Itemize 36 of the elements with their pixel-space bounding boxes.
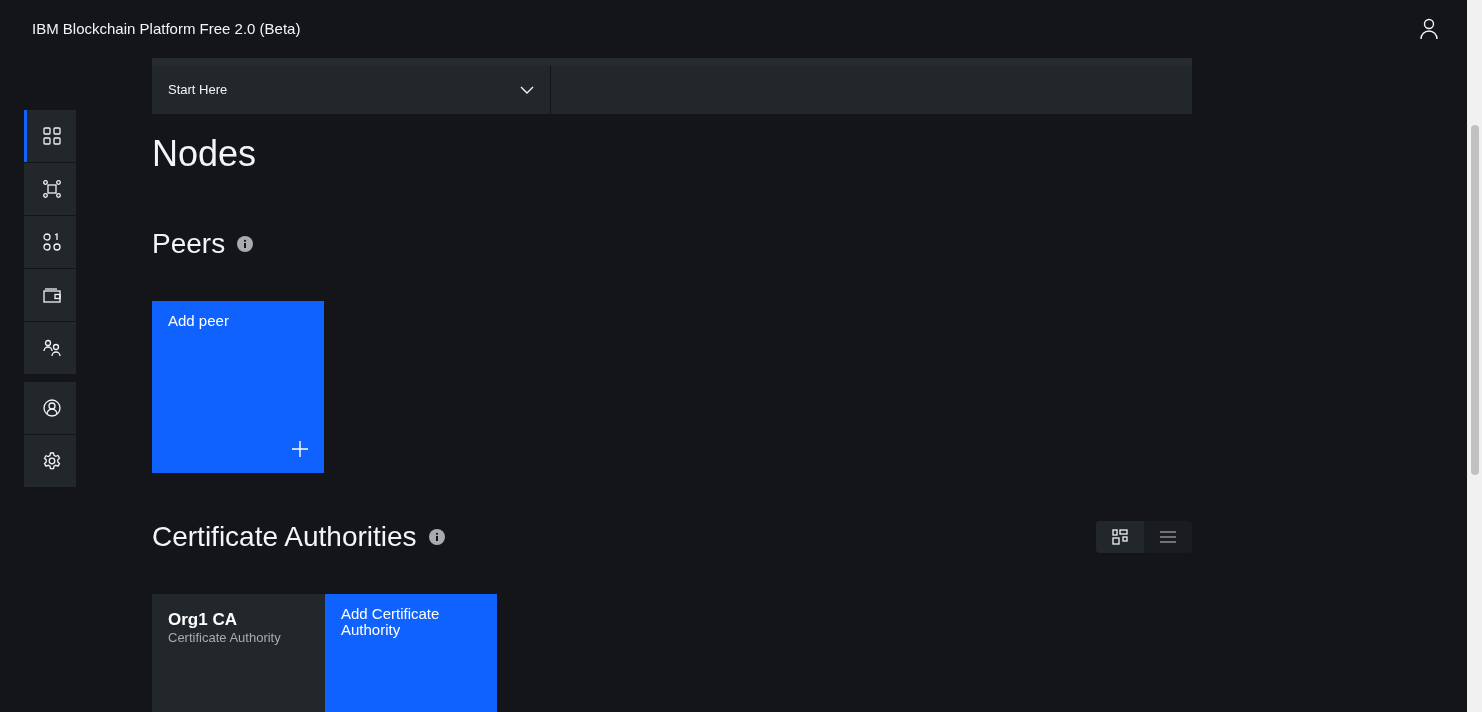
network-icon — [41, 179, 62, 199]
chevron-down-icon — [520, 86, 534, 94]
grid-icon — [41, 126, 62, 146]
tiles-icon — [1112, 529, 1128, 545]
scrollbar[interactable] — [1467, 0, 1482, 712]
page-title: Nodes — [152, 132, 258, 176]
plus-icon — [292, 441, 308, 457]
add-tile[interactable]: Add peer — [152, 301, 324, 473]
sidebar-item[interactable] — [24, 163, 76, 215]
tile-name: Org1 CA — [168, 610, 238, 630]
add-tile[interactable]: Add Certificate Authority — [325, 594, 497, 712]
user-circle-icon — [41, 398, 62, 418]
sidebar-item[interactable] — [24, 435, 76, 487]
tile-type: Certificate Authority — [168, 630, 282, 646]
user-icon[interactable] — [1420, 18, 1438, 40]
sidebar-item[interactable] — [24, 382, 76, 434]
list-icon — [1160, 530, 1176, 544]
node-tile[interactable]: Org1 CA Certificate Authority — [152, 594, 325, 712]
dropdown[interactable]: Start Here — [152, 66, 551, 114]
sidebar-item[interactable] — [24, 216, 76, 268]
users-icon — [41, 338, 62, 358]
section-title: Certificate Authorities — [152, 520, 417, 554]
tile-view-button[interactable] — [1096, 521, 1144, 553]
section-title: Peers — [152, 227, 226, 261]
wallet-icon — [41, 285, 62, 305]
sidebar-item[interactable] — [24, 269, 76, 321]
circles-icon — [41, 232, 62, 252]
app-title: IBM Blockchain Platform Free 2.0 (Beta) — [32, 18, 301, 39]
info-icon[interactable] — [237, 236, 254, 252]
tile-label: Add peer — [168, 313, 230, 329]
info-icon[interactable] — [428, 529, 445, 545]
sidebar-item[interactable] — [24, 322, 76, 374]
sidebar-item[interactable] — [24, 110, 76, 162]
tile-label: Add Certificate Authority — [341, 606, 441, 638]
list-view-button[interactable] — [1144, 521, 1192, 553]
settings-icon — [41, 451, 62, 471]
